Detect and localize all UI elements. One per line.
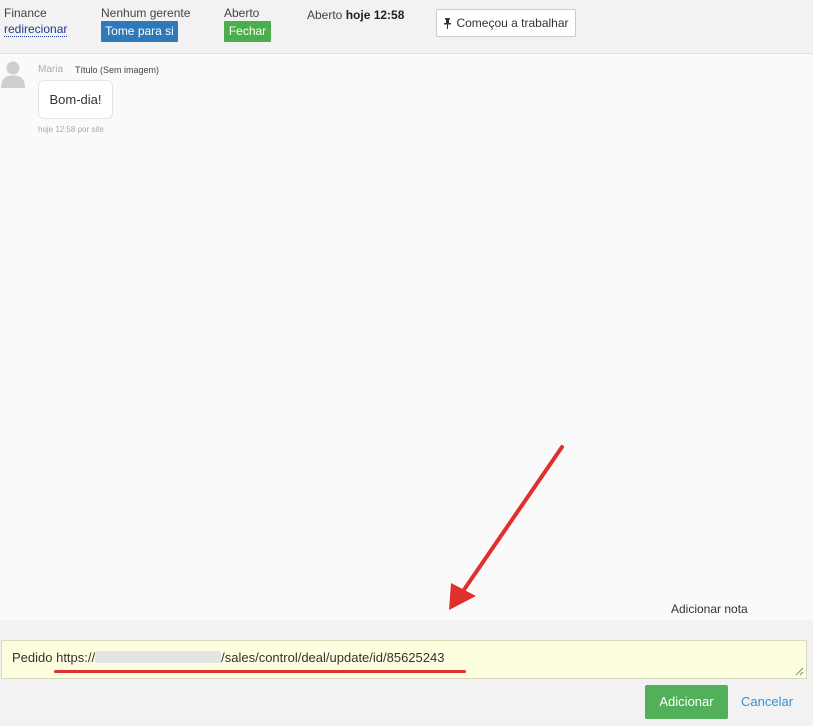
started-working-label: Começou a trabalhar [456,16,569,30]
note-text-prefix: Pedido https:// [12,650,96,665]
note-text-suffix: /sales/control/deal/update/id/85625243 [221,650,445,665]
user-avatar-icon [1,61,25,88]
group-label: Finance [4,6,47,20]
status-label: Aberto [224,6,260,20]
annotation-arrow-icon [449,445,564,610]
resize-handle-icon[interactable] [795,667,804,676]
started-working-button[interactable]: Começou a trabalhar [436,9,576,37]
cancel-link[interactable]: Cancelar [741,694,793,709]
close-ticket-button[interactable]: Fechar [224,21,271,42]
opened-prefix: Aberto [307,8,343,22]
add-note-button[interactable]: Adicionar [645,685,728,719]
message-bubble: Bom-dia! [38,80,113,119]
annotation-underline [54,670,466,673]
redirect-link[interactable]: redirecionar [4,22,68,37]
pin-icon [444,17,452,29]
message-author: Maria [38,64,64,75]
note-textarea[interactable]: Pedido https:// /sales/control/deal/updat… [1,640,807,679]
message-title: Título (Sem imagem) [75,65,160,75]
message-text: Bom-dia! [49,92,102,107]
add-note-label[interactable]: Adicionar nota [671,602,748,616]
message-meta: hoje 12:58 por site [38,125,104,134]
take-for-self-button[interactable]: Tome para si [101,21,178,42]
opened-time: Aberto hoje 12:58 [307,8,404,22]
redacted-domain [95,651,222,663]
ticket-header: Finance redirecionar Nenhum gerente Tome… [0,0,813,54]
opened-timestamp: hoje 12:58 [345,8,405,22]
note-text: Pedido https:// /sales/control/deal/updat… [12,650,444,665]
manager-label: Nenhum gerente [101,6,191,20]
